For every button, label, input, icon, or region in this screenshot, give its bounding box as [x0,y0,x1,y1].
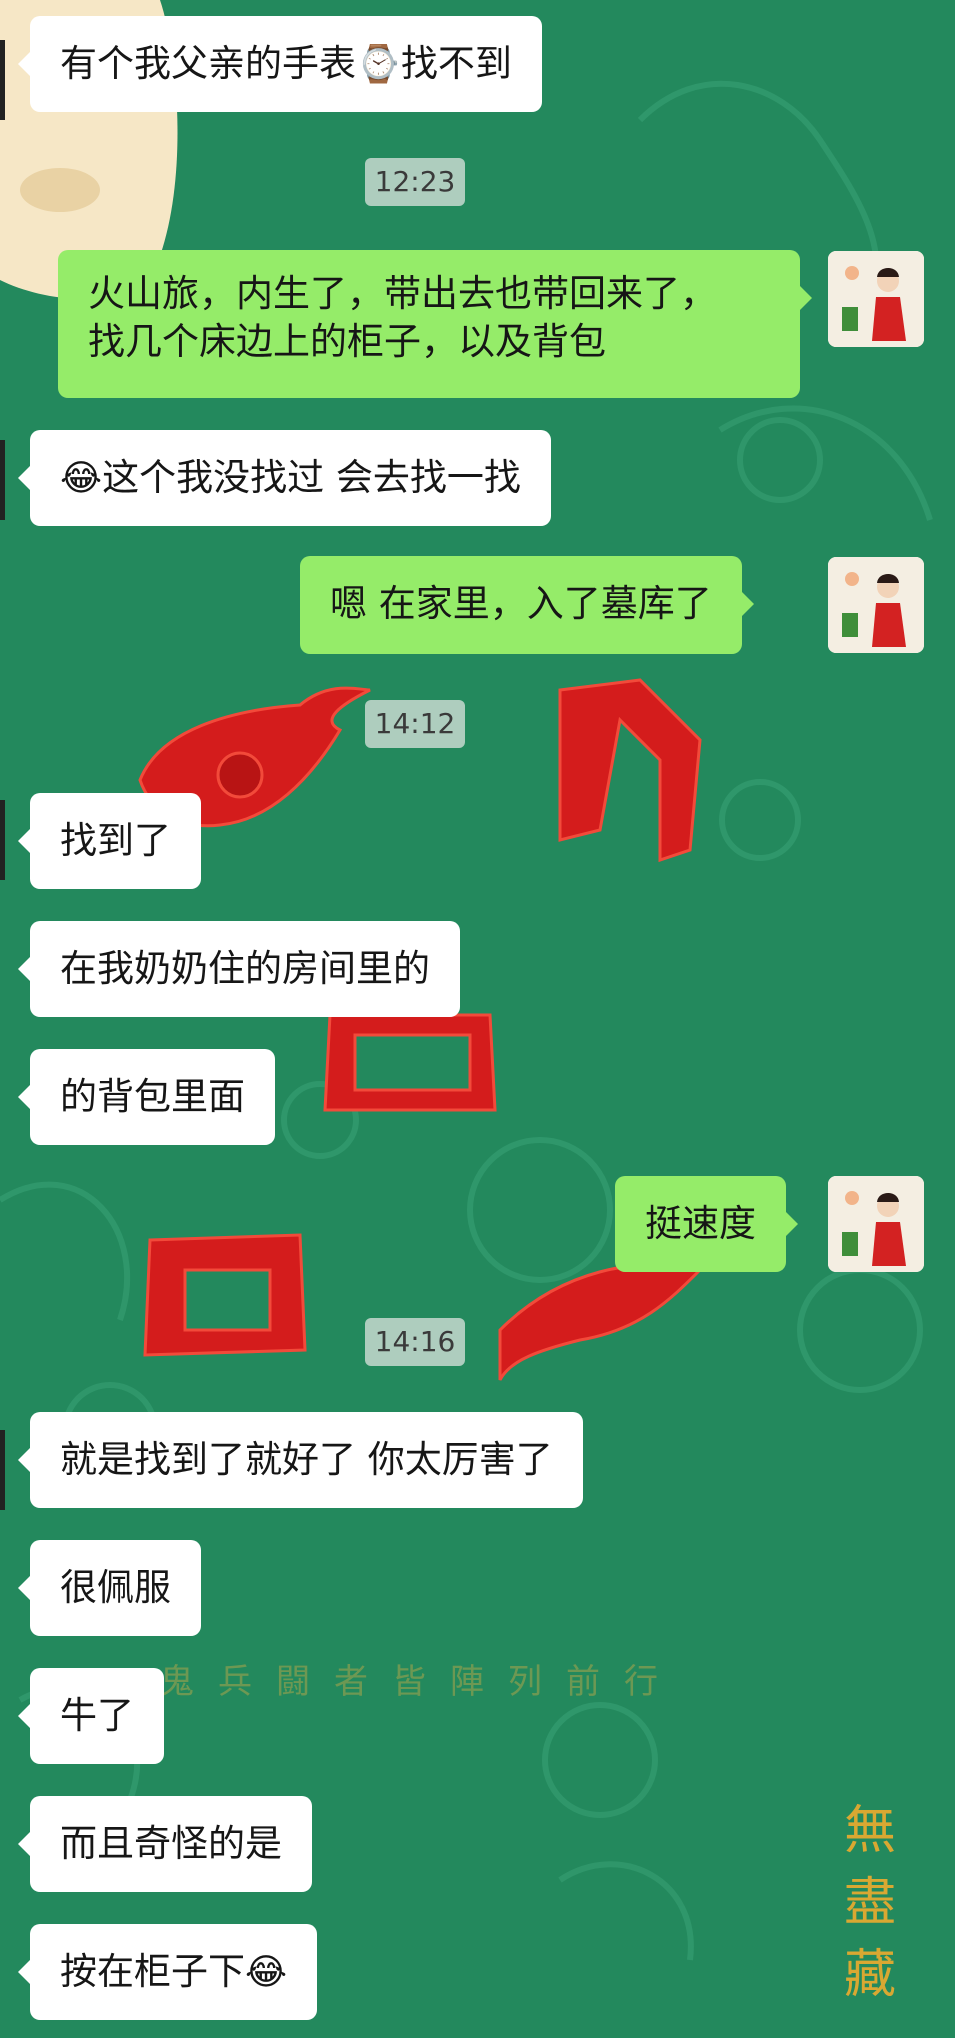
message-text: 这个我没找过 会去找一找 [102,456,521,499]
timestamp: 14:16 [365,1318,465,1366]
message-text: 按在柜子下 [60,1950,245,1993]
message-bubble-left[interactable]: 😂这个我没找过 会去找一找 [18,430,551,526]
message-bubble-right[interactable]: 嗯 在家里，入了墓库了 [300,556,754,654]
message-text: 嗯 在家里，入了墓库了 [330,582,712,625]
message-text: 很佩服 [60,1566,171,1609]
avatar-figure-icon [828,1176,924,1272]
self-avatar[interactable] [828,1176,924,1272]
message-bubble-left[interactable]: 按在柜子下😂 [17,1924,318,2020]
message-text: 牛了 [60,1694,134,1737]
message-line: 火山旅，内生了，带出去也带回来了， [88,272,717,315]
avatar-figure-icon [828,251,924,347]
left-avatar-sliver [0,40,5,120]
message-bubble-left[interactable]: 找到了 [18,793,201,889]
self-avatar[interactable] [828,251,924,347]
message-text: 而且奇怪的是 [60,1822,282,1865]
message-bubble-left[interactable]: 的背包里面 [18,1049,275,1145]
message-bubble-left[interactable]: 而且奇怪的是 [18,1796,312,1892]
message-bubble-left[interactable]: 牛了 [18,1668,164,1764]
message-text: 挺速度 [645,1202,756,1245]
self-avatar[interactable] [828,557,924,653]
message-text: 在我奶奶住的房间里的 [60,947,430,990]
left-avatar-sliver [0,800,5,880]
message-text: 有个我父亲的手表 [60,42,356,85]
message-text: 就是找到了就好了 你太厉害了 [60,1438,553,1481]
timestamp: 12:23 [365,158,465,206]
background-watermark-text: 鬼兵闘者皆陣列前行 [160,1662,682,1702]
message-bubble-left[interactable]: 就是找到了就好了 你太厉害了 [18,1412,583,1508]
crying-laughing-emoji: 😂 [245,1952,288,1993]
message-bubble-left[interactable]: 很佩服 [18,1540,201,1636]
message-bubble-right[interactable]: 挺速度 [615,1176,798,1272]
timestamp: 14:12 [365,700,465,748]
crying-laughing-emoji: 😂 [60,458,103,499]
message-line: 找几个床边上的柜子，以及背包 [88,320,606,363]
avatar-figure-icon [828,557,924,653]
message-text: 找到了 [60,819,171,862]
left-avatar-sliver [0,440,5,520]
message-bubble-right[interactable]: 火山旅，内生了，带出去也带回来了， 找几个床边上的柜子，以及背包 [58,250,812,398]
message-bubble-left[interactable]: 有个我父亲的手表⌚找不到 [18,16,542,112]
left-avatar-sliver [0,1430,5,1510]
message-text-tail: 找不到 [400,42,512,85]
message-text: 的背包里面 [60,1075,245,1118]
watch-icon: ⌚ [356,44,401,85]
message-bubble-left[interactable]: 在我奶奶住的房间里的 [18,921,460,1017]
background-signature: 無盡藏 [843,1801,896,2005]
